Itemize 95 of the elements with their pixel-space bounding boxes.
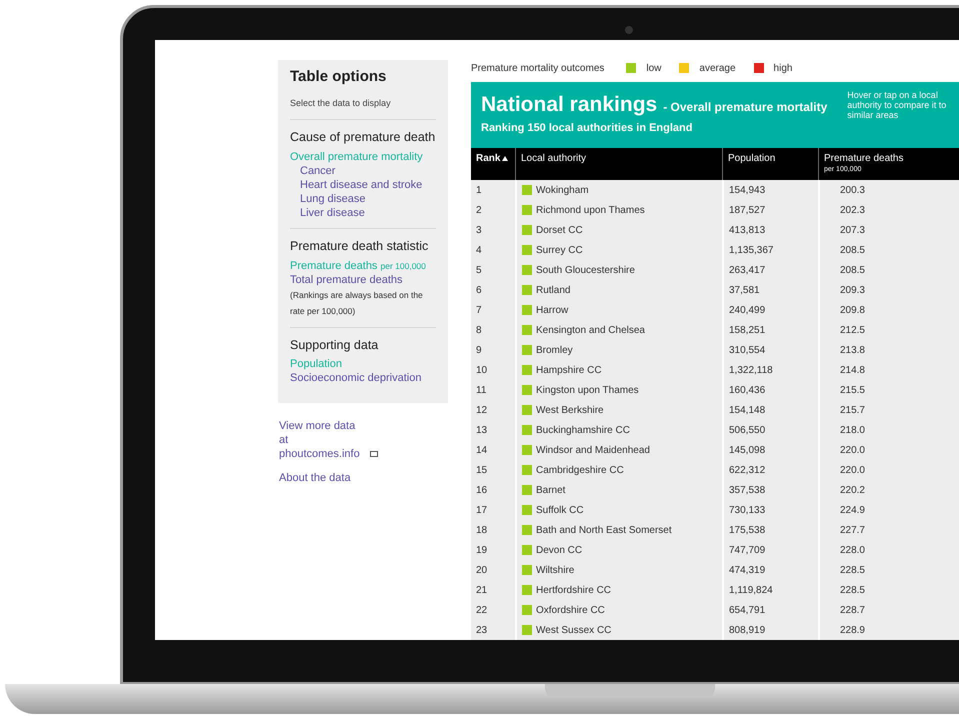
deaths-cell-text: 227.7 <box>838 524 865 538</box>
authority-name[interactable]: Bromley <box>536 342 573 358</box>
deaths-cell-text: 220.0 <box>838 464 865 478</box>
sort-ascending-icon <box>502 156 508 161</box>
authority-name[interactable]: West Sussex CC <box>536 622 612 638</box>
rank-cell-text: 5 <box>475 264 483 278</box>
banner-caption: Ranking 150 local authorities in England <box>481 121 694 136</box>
deaths-cell-text: 212.5 <box>838 324 865 338</box>
authority-name[interactable]: Hampshire CC <box>536 362 602 378</box>
deaths-cell-text: 200.3 <box>838 184 865 198</box>
data-option[interactable]: Total premature deaths <box>290 272 436 286</box>
deaths-cell-text: 208.5 <box>838 264 865 278</box>
deaths-cell-text: 220.0 <box>838 444 865 458</box>
deaths-cell-text: 202.3 <box>838 204 865 218</box>
rank-cell-text: 21 <box>475 584 488 598</box>
help-text: Hover or tap on a local authority to compare it to similar areas <box>847 90 948 120</box>
legend-text: low <box>646 62 662 76</box>
link[interactable]: View more data at phoutcomes.info <box>279 419 367 462</box>
deaths-cell-text: 228.0 <box>838 544 865 558</box>
authority-name[interactable]: Rutland <box>536 282 570 298</box>
rank-cell-text: 22 <box>475 604 488 618</box>
authority-name[interactable]: Windsor and Maidenhead <box>536 442 650 458</box>
authority-name[interactable]: Kensington and Chelsea <box>536 322 645 338</box>
authority-name[interactable]: Richmond upon Thames <box>536 202 645 218</box>
note-text: (Rankings are always based on the rate per 100,000) <box>290 288 424 318</box>
rank-cell-text: 4 <box>475 244 483 258</box>
rank-cell-text: 1 <box>475 184 483 198</box>
link[interactable]: About the data <box>279 471 351 486</box>
section-heading: Premature death statistic <box>290 238 430 255</box>
deaths-cell-text: 224.9 <box>838 504 865 518</box>
deaths-cell-text: 207.3 <box>838 224 865 238</box>
deaths-cell-text: 213.8 <box>838 344 865 358</box>
authority-name[interactable]: Dorset CC <box>536 222 583 238</box>
banner-title: National rankings <box>481 94 658 116</box>
authority-name[interactable]: Buckinghamshire CC <box>536 422 630 438</box>
data-option[interactable]: Lung disease <box>300 192 436 206</box>
rank-cell-text: 18 <box>475 524 488 538</box>
authority-name[interactable]: Cambridgeshire CC <box>536 462 624 478</box>
rank-cell-text: 20 <box>475 564 488 578</box>
panel-title: Table options <box>290 67 388 87</box>
deaths-cell-text: 208.5 <box>838 244 865 258</box>
population-cell: 808,919 <box>722 620 818 640</box>
data-option[interactable]: Liver disease <box>300 206 436 220</box>
data-option[interactable]: Cancer <box>300 164 436 178</box>
authority-name[interactable]: Suffolk CC <box>536 502 584 518</box>
rank-cell-text: 7 <box>475 304 483 318</box>
section-heading: Supporting data <box>290 336 380 354</box>
section-heading: Cause of premature death <box>290 129 436 146</box>
legend-label: Premature mortality outcomes <box>471 62 604 76</box>
rank-cell-text: 10 <box>475 364 488 378</box>
legend-text: high <box>774 62 792 76</box>
deaths-cell-text: 228.5 <box>838 584 865 598</box>
authority-name[interactable]: Devon CC <box>536 542 582 558</box>
rank-cell-text: 16 <box>475 484 488 498</box>
rank-cell-text: 8 <box>475 324 483 338</box>
authority-name[interactable]: Harrow <box>536 302 568 318</box>
authority-name[interactable]: Wokingham <box>536 182 589 198</box>
column-header[interactable]: Rank <box>471 148 515 180</box>
deaths-cell-text: 209.8 <box>838 304 865 318</box>
deaths-cell-text: 214.8 <box>838 364 865 378</box>
authority-name[interactable]: West Berkshire <box>536 402 604 418</box>
authority-name[interactable]: Kingston upon Thames <box>536 382 639 398</box>
deaths-cell-text: 215.5 <box>838 384 865 398</box>
rank-cell-text: 15 <box>475 464 488 478</box>
rank-cell-text: 23 <box>475 624 488 638</box>
data-option[interactable]: Heart disease and stroke <box>300 178 436 192</box>
authority-name[interactable]: South Gloucestershire <box>536 262 635 278</box>
deaths-cell-text: 218.0 <box>838 424 865 438</box>
authority-name[interactable]: Hertfordshire CC <box>536 582 612 598</box>
rank-cell-text: 9 <box>475 344 483 358</box>
banner-subtitle: - Overall premature mortality <box>663 99 828 116</box>
authority-name[interactable]: Bath and North East Somerset <box>536 522 672 538</box>
rank-cell-text: 3 <box>475 224 483 238</box>
deaths-cell-text: 209.3 <box>838 284 865 298</box>
rank-cell-text: 6 <box>475 284 483 298</box>
data-option[interactable]: Socioeconomic deprivation <box>290 371 436 386</box>
rank-cell-text: 2 <box>475 204 483 218</box>
legend-text: average <box>699 62 736 76</box>
deaths-cell-text: 228.9 <box>838 624 865 638</box>
rank-cell-text: 12 <box>475 404 488 418</box>
deaths-cell-text: 215.7 <box>838 404 865 418</box>
authority-name[interactable]: Oxfordshire CC <box>536 602 605 618</box>
authority-name[interactable]: Surrey CC <box>536 242 583 258</box>
rank-cell-text: 19 <box>475 544 488 558</box>
deaths-cell-text: 220.2 <box>838 484 865 498</box>
rank-cell-text: 11 <box>475 384 488 398</box>
rank-cell-text: 13 <box>475 424 488 438</box>
rank-cell-text: 17 <box>475 504 488 518</box>
authority-name[interactable]: Barnet <box>536 482 566 498</box>
external-link-icon <box>370 451 378 458</box>
deaths-cell-text: 228.7 <box>838 604 865 618</box>
deaths-cell-text: 228.5 <box>838 564 865 578</box>
rank-cell-text: 14 <box>475 444 488 458</box>
panel-hint: Select the data to display <box>290 96 436 120</box>
authority-name[interactable]: Wiltshire <box>536 562 574 578</box>
